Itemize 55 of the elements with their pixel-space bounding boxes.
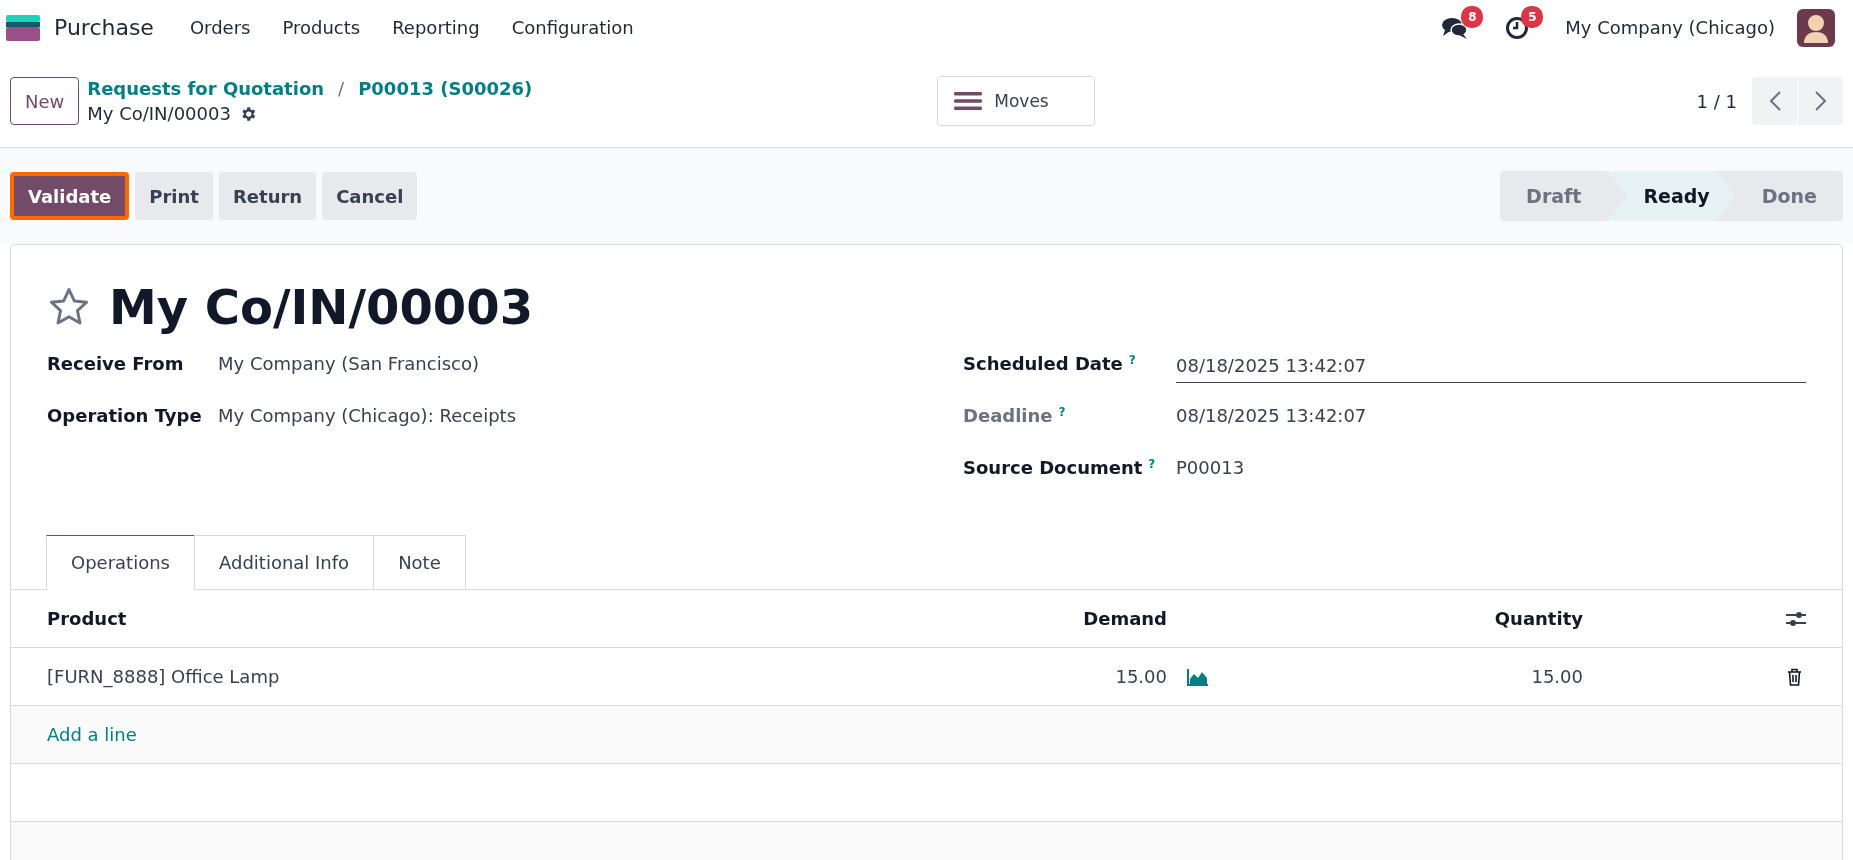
breadcrumb-link[interactable]: P00013 (S00026) bbox=[358, 78, 533, 99]
field-value: My Company (San Francisco) bbox=[218, 353, 479, 374]
action-button[interactable]: Return bbox=[218, 172, 317, 220]
field-label: Source Document bbox=[963, 457, 1143, 478]
current-record-name: My Co/IN/00003 bbox=[87, 103, 231, 124]
input-field[interactable]: 08/18/2025 13:42:07 bbox=[1176, 353, 1806, 383]
record-title: My Co/IN/00003 bbox=[109, 279, 534, 335]
menu-item[interactable]: Orders bbox=[173, 17, 267, 38]
moves-button[interactable]: Moves bbox=[937, 76, 1096, 126]
menu-item[interactable]: Configuration bbox=[495, 17, 650, 38]
table-cell: 15.00 bbox=[1115, 666, 1167, 687]
area-chart-icon[interactable] bbox=[1187, 667, 1209, 686]
menu-icon bbox=[954, 91, 983, 111]
action-button[interactable]: Print bbox=[135, 172, 213, 220]
column-header: Product bbox=[47, 608, 127, 629]
field-label: Deadline bbox=[963, 405, 1053, 426]
trash-icon[interactable] bbox=[1787, 667, 1802, 686]
clock-icon[interactable] bbox=[1505, 15, 1530, 40]
help-tooltip[interactable]: ? bbox=[1128, 353, 1136, 374]
help-tooltip[interactable]: ? bbox=[1148, 457, 1156, 478]
field-value: P00013 bbox=[1176, 457, 1245, 478]
next-button[interactable] bbox=[1798, 77, 1843, 125]
add-line-link[interactable]: Add a line bbox=[47, 724, 137, 745]
tab[interactable]: Note bbox=[373, 535, 466, 589]
field-label: Scheduled Date bbox=[963, 353, 1123, 374]
field-value: 08/18/2025 13:42:07 bbox=[1176, 405, 1367, 426]
app-name[interactable]: Purchase bbox=[54, 15, 154, 40]
field-label: Operation Type bbox=[47, 405, 202, 426]
breadcrumb-link[interactable]: Requests for Quotation bbox=[87, 78, 325, 99]
activity-count-badge: 5 bbox=[1521, 5, 1544, 28]
previous-button[interactable] bbox=[1752, 77, 1797, 125]
menu-item[interactable]: Products bbox=[266, 17, 377, 38]
table-cell: 15.00 bbox=[1531, 666, 1583, 687]
user-avatar[interactable] bbox=[1797, 8, 1835, 47]
app-logo-icon[interactable] bbox=[6, 14, 40, 41]
sliders-icon[interactable] bbox=[1786, 609, 1806, 628]
breadcrumb-separator: / bbox=[338, 78, 345, 99]
status-stage[interactable]: Done bbox=[1735, 171, 1843, 221]
chevron-right-icon bbox=[1813, 90, 1828, 112]
action-button[interactable]: Validate bbox=[10, 172, 130, 220]
table-cell: [FURN_8888] Office Lamp bbox=[47, 666, 280, 687]
tab[interactable]: Operations bbox=[46, 535, 195, 590]
chevron-left-icon bbox=[1767, 90, 1782, 112]
status-stage[interactable]: Ready bbox=[1607, 171, 1736, 221]
status-stage[interactable]: Draft bbox=[1500, 171, 1608, 221]
company-switcher[interactable]: My Company (Chicago) bbox=[1565, 17, 1775, 38]
pager-counter: 1 / 1 bbox=[1696, 90, 1737, 112]
menu-item[interactable]: Reporting bbox=[376, 17, 496, 38]
field-value: My Company (Chicago): Receipts bbox=[218, 405, 517, 426]
field-label: Receive From bbox=[47, 353, 184, 374]
column-header: Quantity bbox=[1494, 608, 1583, 629]
message-count-badge: 8 bbox=[1461, 5, 1484, 28]
action-button[interactable]: Cancel bbox=[322, 172, 418, 220]
new-button[interactable]: New bbox=[10, 77, 80, 125]
column-header: Demand bbox=[1083, 608, 1167, 629]
